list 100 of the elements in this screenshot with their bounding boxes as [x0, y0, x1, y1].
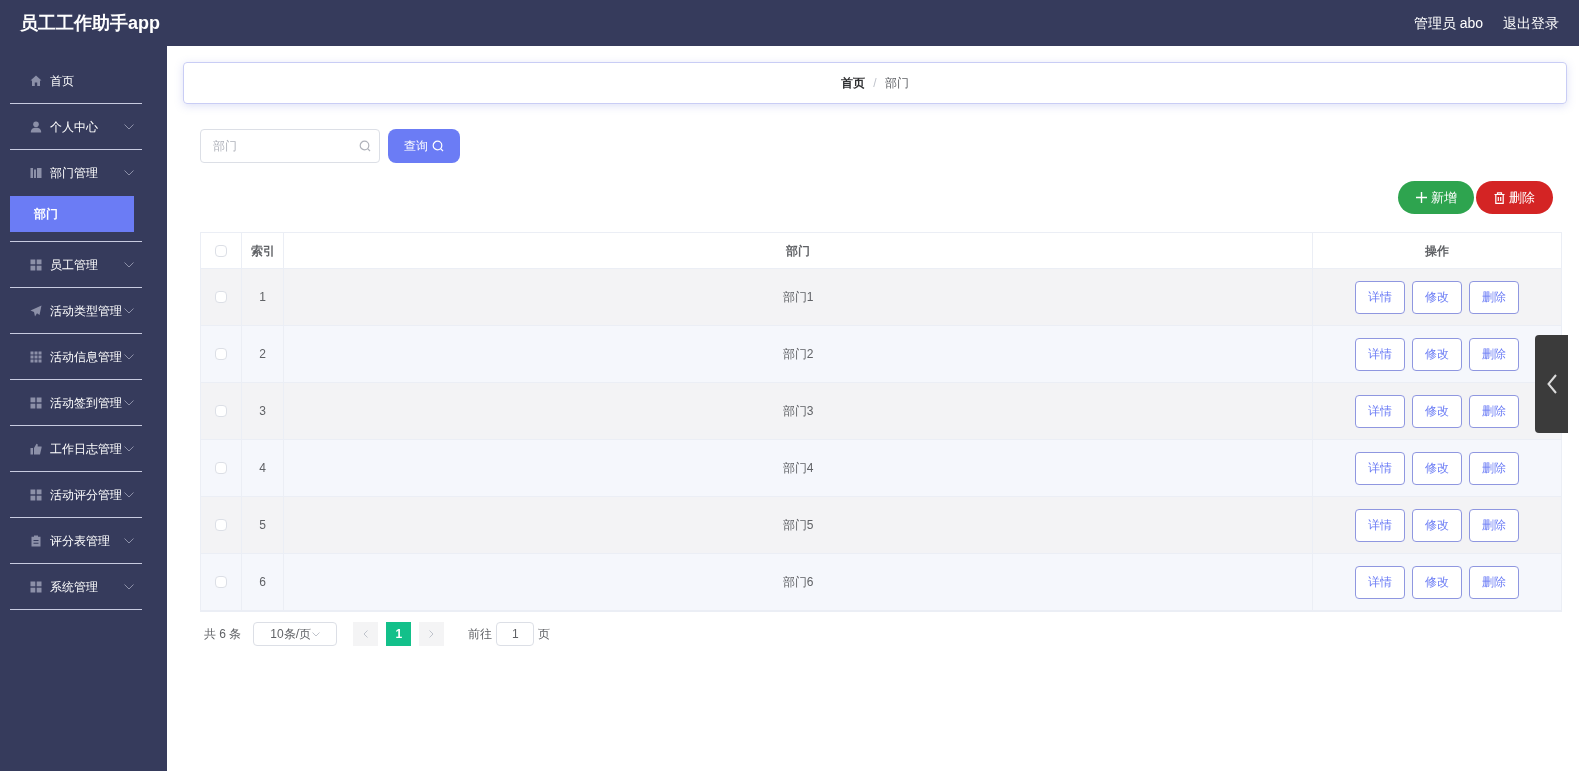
building-icon [30, 167, 42, 179]
table-cell-text: 部门2 [782, 346, 814, 363]
total-count: 共 6 条 [204, 626, 242, 643]
table-cell-text: 部门5 [782, 517, 814, 534]
user-name: 管理员 abo [1413, 13, 1483, 33]
next-page-button[interactable] [419, 622, 445, 646]
breadcrumb-separator: / [873, 75, 877, 92]
goto-page-field[interactable]: 1 [496, 622, 535, 646]
grid-icon [30, 488, 42, 501]
paper-plane-icon [30, 304, 42, 317]
checkbox[interactable] [215, 405, 227, 417]
menu-item[interactable]: 活动签到管理 [10, 380, 142, 426]
search-icon [432, 140, 444, 152]
checkbox[interactable] [215, 348, 227, 360]
chevron-down-icon [124, 307, 134, 314]
checkbox[interactable] [215, 576, 227, 588]
delete-row-button[interactable]: 删除 [1469, 565, 1519, 599]
delete-row-button[interactable]: 删除 [1469, 451, 1519, 485]
delete-row-button[interactable]: 删除 [1469, 508, 1519, 542]
goto-label: 前往 [468, 626, 493, 643]
grid-icon [30, 258, 42, 271]
delete-button[interactable]: 删除 [1476, 181, 1553, 214]
edit-button[interactable]: 修改 [1412, 508, 1462, 542]
menu-item[interactable]: 个人中心 [10, 104, 142, 150]
delete-row-button[interactable]: 删除 [1469, 280, 1519, 314]
menu-item[interactable]: 活动信息管理 [10, 334, 142, 380]
collapse-tab[interactable] [1535, 335, 1568, 433]
grid-icon [30, 580, 42, 593]
menu-item[interactable]: 部门管理 [10, 150, 142, 196]
column-header: 部门 [786, 242, 810, 260]
menu-item[interactable]: 活动评分管理 [10, 472, 142, 518]
chevron-left-icon [1546, 374, 1557, 394]
chevron-down-icon [124, 537, 134, 544]
checkbox[interactable] [215, 244, 227, 257]
home-icon [30, 74, 42, 87]
goto-suffix: 页 [538, 626, 551, 643]
menu-item[interactable]: 首页 [10, 58, 142, 104]
edit-button[interactable]: 修改 [1412, 451, 1462, 485]
breadcrumb-current: 部门 [884, 75, 909, 92]
details-button[interactable]: 详情 [1355, 508, 1405, 542]
submenu-item[interactable]: 部门 [10, 196, 134, 232]
chevron-down-icon [124, 353, 134, 360]
logout-link[interactable]: 退出登录 [1503, 12, 1559, 34]
search-field[interactable]: 部门 [200, 129, 380, 163]
edit-button[interactable]: 修改 [1412, 280, 1462, 314]
chevron-right-icon [429, 630, 435, 638]
details-button[interactable]: 详情 [1355, 337, 1405, 371]
index-cell-text: 6 [259, 574, 266, 591]
details-button[interactable]: 详情 [1355, 451, 1405, 485]
breadcrumb-link[interactable]: 首页 [841, 74, 866, 92]
index-cell-text: 2 [259, 346, 266, 363]
user-icon [30, 120, 42, 133]
index-cell-text: 1 [259, 289, 266, 306]
details-button[interactable]: 详情 [1355, 565, 1405, 599]
table-cell-text: 部门6 [782, 574, 814, 591]
column-header: 操作 [1425, 242, 1449, 260]
menu-item[interactable]: 工作日志管理 [10, 426, 142, 472]
chevron-down-icon [124, 261, 134, 268]
chevron-down-icon [124, 170, 134, 176]
trash-icon [1494, 191, 1505, 204]
edit-button[interactable]: 修改 [1412, 565, 1462, 599]
chevron-down-icon [124, 583, 134, 590]
index-cell-text: 5 [259, 517, 266, 534]
checkbox[interactable] [215, 291, 227, 303]
index-cell-text: 4 [259, 460, 266, 477]
page-size-select[interactable]: 10条/页 [253, 622, 338, 646]
app-title: 员工工作助手app [20, 11, 160, 35]
delete-row-button[interactable]: 删除 [1469, 337, 1519, 371]
add-button[interactable]: 新增 [1398, 181, 1474, 214]
delete-row-button[interactable]: 删除 [1469, 394, 1519, 428]
plus-icon [1415, 192, 1427, 203]
checkbox[interactable] [215, 462, 227, 474]
chevron-down-icon [124, 399, 134, 406]
clipboard-icon [30, 534, 42, 547]
chevron-left-icon [363, 630, 369, 638]
chevron-down-icon [124, 123, 134, 130]
prev-page-button[interactable] [353, 622, 379, 646]
menu-item[interactable]: 系统管理 [10, 564, 142, 610]
edit-button[interactable]: 修改 [1412, 394, 1462, 428]
menu-item[interactable]: 活动类型管理 [10, 288, 142, 334]
column-header: 索引 [250, 242, 275, 260]
query-button[interactable]: 查询 [388, 129, 460, 163]
details-button[interactable]: 详情 [1355, 394, 1405, 428]
page-button[interactable]: 1 [386, 622, 412, 646]
table-cell-text: 部门4 [782, 460, 814, 477]
table-cell-text: 部门3 [782, 403, 814, 420]
grid-icon [30, 396, 42, 409]
index-cell-text: 3 [259, 403, 266, 420]
chevron-down-icon [124, 491, 134, 498]
menu-item[interactable]: 评分表管理 [10, 518, 142, 564]
chevron-down-icon [124, 445, 134, 452]
dots-grid-icon [30, 350, 42, 363]
chevron-down-icon [312, 631, 321, 637]
edit-button[interactable]: 修改 [1412, 337, 1462, 371]
checkbox[interactable] [215, 519, 227, 531]
search-icon [359, 140, 371, 152]
thumbs-up-icon [30, 442, 42, 455]
details-button[interactable]: 详情 [1355, 280, 1405, 314]
menu-item[interactable]: 员工管理 [10, 242, 142, 288]
table-cell-text: 部门1 [782, 289, 814, 306]
